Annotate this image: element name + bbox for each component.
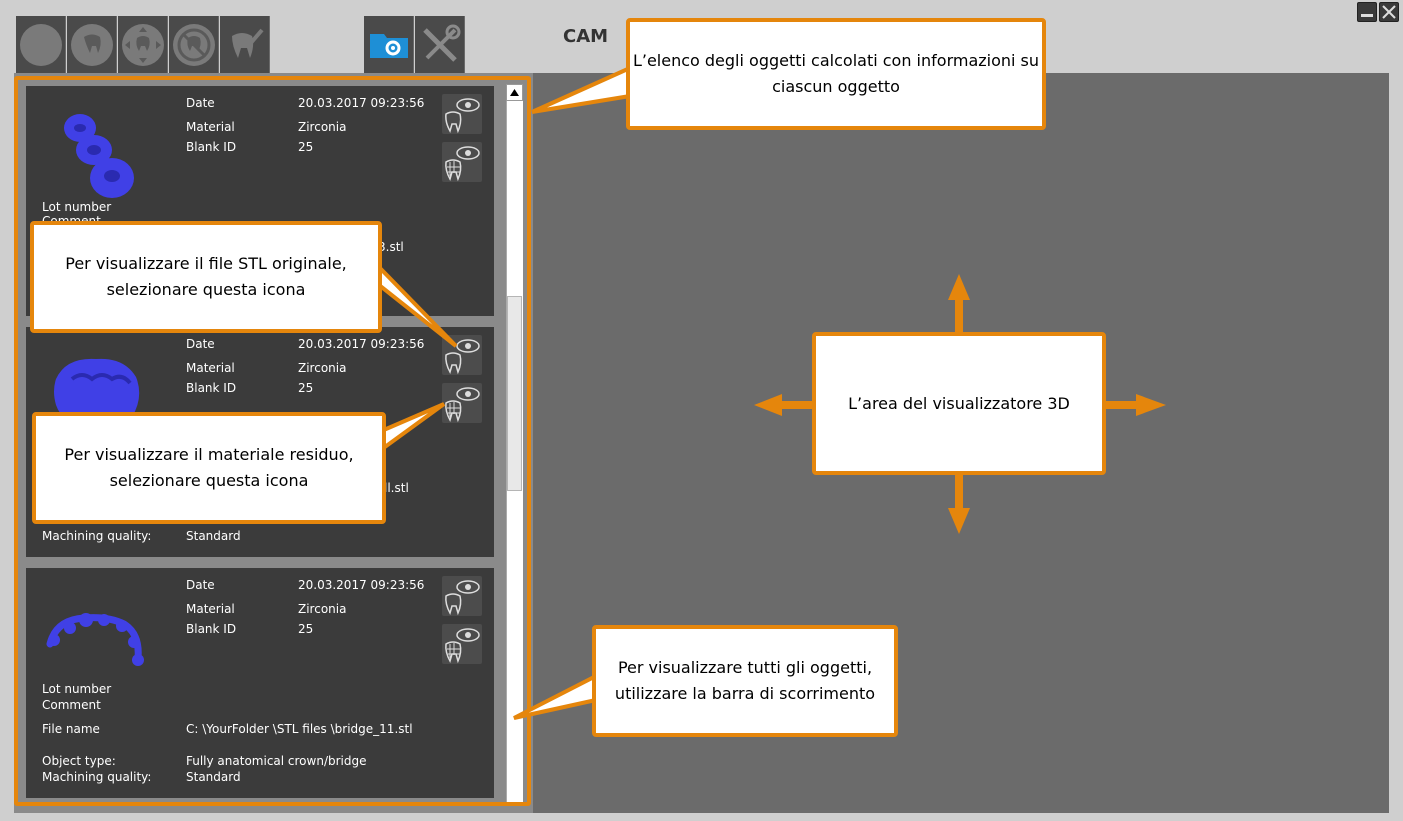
view-residual-material-button[interactable] <box>442 383 482 423</box>
callout-3d-viewer: L’area del visualizzatore 3D <box>812 332 1106 475</box>
callout-object-list: L’elenco degli oggetti calcolati con inf… <box>626 18 1046 130</box>
date-value: 20.03.2017 09:23:56 <box>298 96 425 110</box>
crown-mesh-thumbnail <box>64 114 134 198</box>
comment-label: Comment <box>42 698 101 712</box>
callout-text: L’elenco degli oggetti calcolati con inf… <box>632 51 1040 70</box>
toolbar-button-cam[interactable] <box>364 16 414 73</box>
callout-text: L’area del visualizzatore 3D <box>848 393 1070 413</box>
eye-tooth-grid-icon <box>445 628 480 664</box>
file-name-label: File name <box>42 722 100 736</box>
callout-text: ciascun oggetto <box>772 77 900 96</box>
view-residual-material-button[interactable] <box>442 142 482 182</box>
folder-gear-icon <box>369 33 408 58</box>
eye-tooth-grid-icon <box>445 146 480 182</box>
tooth-move-icon <box>121 23 164 66</box>
triangle-up-icon <box>510 89 519 96</box>
close-icon <box>1382 5 1396 19</box>
blank-id-value: 25 <box>298 622 314 636</box>
eye-tooth-icon <box>445 98 480 134</box>
callout-text: Per visualizzare il materiale residuo, <box>64 445 354 464</box>
toolbar-button-tooth-move[interactable] <box>118 16 168 73</box>
blank-id-value: 25 <box>298 140 314 154</box>
tooth-edit-icon <box>231 28 264 58</box>
toolbar-button-tooth[interactable] <box>67 16 117 73</box>
material-label: Material <box>186 602 235 616</box>
object-card-3[interactable]: Date 20.03.2017 09:23:56 Material Zircon… <box>26 568 494 798</box>
object-type-value: Fully anatomical crown/bridge <box>186 754 367 768</box>
machining-quality-value: Standard <box>186 770 241 784</box>
machining-quality-label: Machining quality: <box>42 529 152 543</box>
toolbar-button-tools[interactable] <box>415 16 465 73</box>
lot-number-label: Lot number <box>42 682 112 696</box>
lot-number-label: Lot number <box>42 200 112 214</box>
material-value: Zirconia <box>298 361 347 375</box>
callout-text: Per visualizzare il file STL originale, <box>65 254 347 273</box>
file-name-value: ll.stl <box>384 481 409 495</box>
view-residual-material-button[interactable] <box>442 624 482 664</box>
toolbar-button-tooth-blocked[interactable] <box>169 16 219 73</box>
eye-tooth-icon <box>445 339 480 375</box>
machining-quality-value: Standard <box>186 529 241 543</box>
date-value: 20.03.2017 09:23:56 <box>298 337 425 351</box>
material-label: Material <box>186 361 235 375</box>
callout-text: utilizzare la barra di scorrimento <box>614 684 876 703</box>
eye-tooth-grid-icon <box>445 387 480 423</box>
minimize-icon <box>1361 14 1373 17</box>
blank-id-label: Blank ID <box>186 381 237 395</box>
tooth-icon <box>70 23 113 66</box>
view-original-stl-button[interactable] <box>442 335 482 375</box>
material-value: Zirconia <box>298 120 347 134</box>
callout-scrollbar: Per visualizzare tutti gli oggetti, util… <box>592 625 898 737</box>
minimize-button[interactable] <box>1357 2 1377 22</box>
circle-icon <box>19 23 62 66</box>
material-value: Zirconia <box>298 602 347 616</box>
toolbar-button-start[interactable] <box>16 16 66 73</box>
blank-id-label: Blank ID <box>186 140 237 154</box>
callout-original-stl: Per visualizzare il file STL originale, … <box>30 221 382 333</box>
blank-id-label: Blank ID <box>186 622 237 636</box>
material-label: Material <box>186 120 235 134</box>
view-original-stl-button[interactable] <box>442 94 482 134</box>
date-label: Date <box>186 96 215 110</box>
object-type-label: Object type: <box>42 754 116 768</box>
tooth-blocked-icon <box>172 23 215 66</box>
date-value: 20.03.2017 09:23:56 <box>298 578 425 592</box>
date-label: Date <box>186 337 215 351</box>
date-label: Date <box>186 578 215 592</box>
scroll-up-button[interactable] <box>506 84 523 101</box>
eye-tooth-icon <box>445 580 480 616</box>
scrollbar-thumb[interactable] <box>507 296 522 491</box>
app-title: CAM <box>563 26 609 47</box>
bridge-mesh-thumbnail <box>46 613 144 666</box>
callout-residual-material: Per visualizzare il materiale residuo, s… <box>32 412 386 524</box>
file-name-value: C: \YourFolder \STL files \bridge_11.stl <box>186 722 413 736</box>
machining-quality-label: Machining quality: <box>42 770 152 784</box>
view-original-stl-button[interactable] <box>442 576 482 616</box>
toolbar-button-tooth-edit[interactable] <box>220 16 270 73</box>
callout-text: Per visualizzare tutti gli oggetti, <box>617 658 873 677</box>
blank-id-value: 25 <box>298 381 314 395</box>
callout-text: selezionare questa icona <box>106 280 306 299</box>
callout-text: selezionare questa icona <box>109 471 309 490</box>
tools-icon <box>422 24 460 62</box>
close-button[interactable] <box>1379 2 1399 22</box>
